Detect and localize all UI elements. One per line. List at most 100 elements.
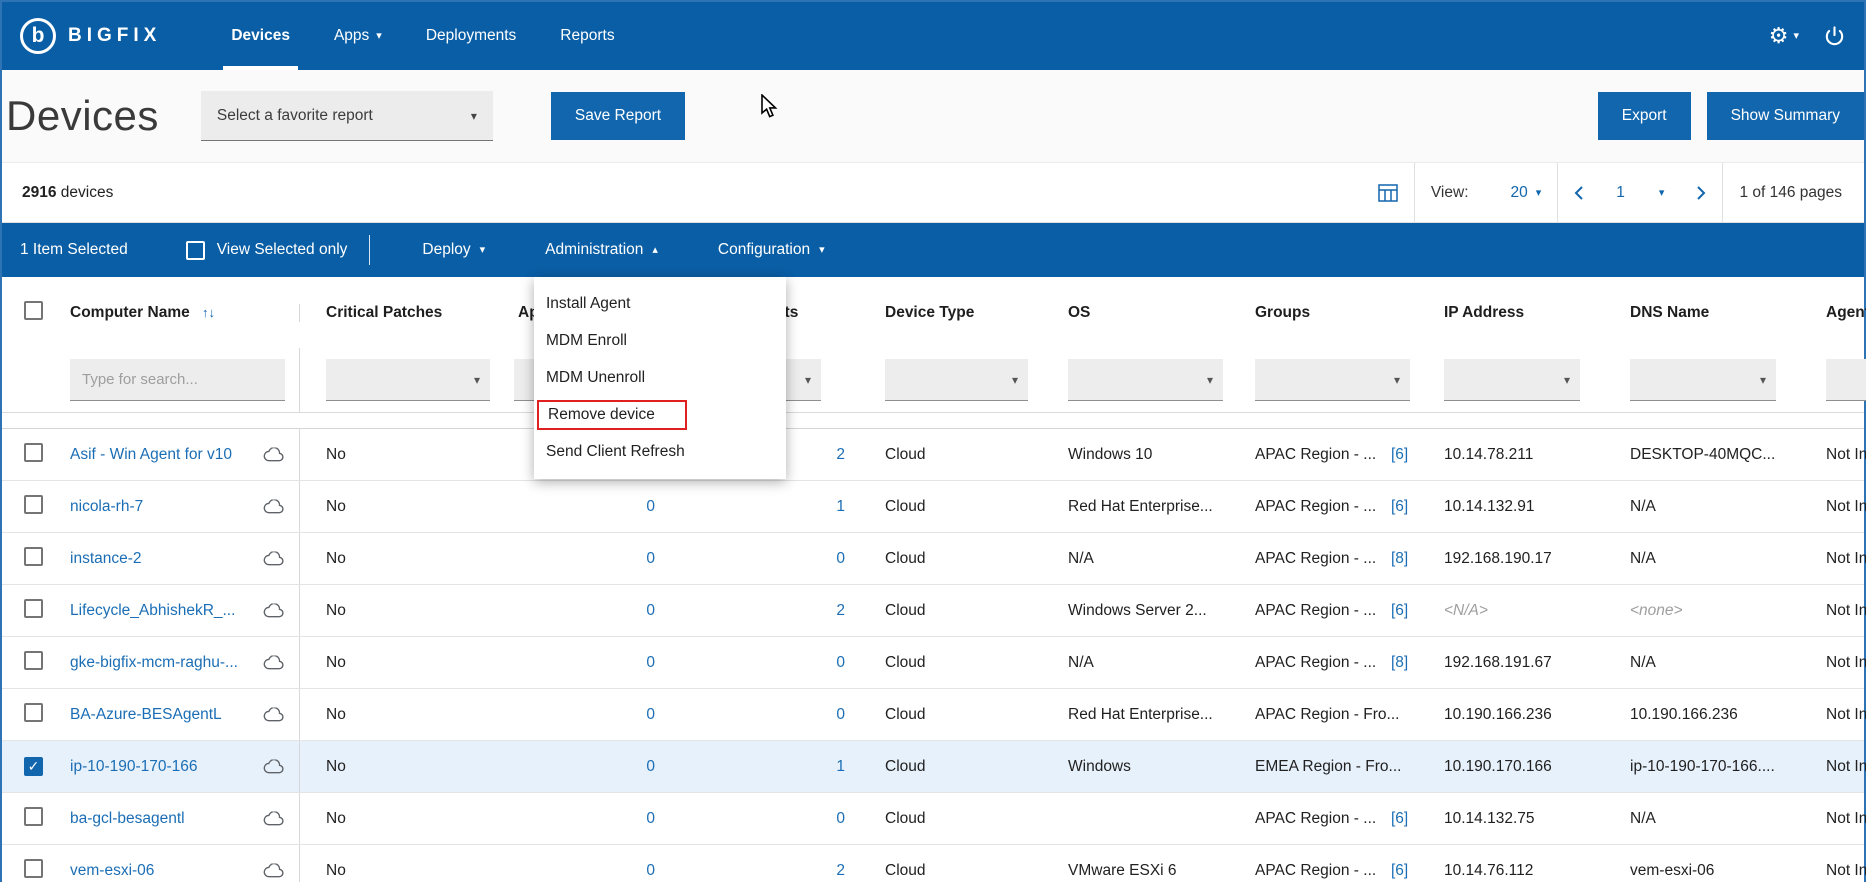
groups-count-link[interactable]: [6] [1391, 810, 1408, 827]
os-cell: N/A [1052, 550, 1247, 568]
table-filter-row: ▾ ▾ ▾ ▾ ▾ ▾ ▾ ▾ ▾ [2, 348, 1864, 413]
row-checkbox[interactable] [24, 495, 43, 514]
deployments-link[interactable]: 2 [836, 446, 845, 463]
selection-action-bar: 1 Item Selected View Selected only Deplo… [2, 223, 1864, 277]
filter-ip-address[interactable]: ▾ [1444, 359, 1580, 401]
deployments-link[interactable]: 1 [836, 758, 845, 775]
settings-menu-button[interactable]: ⚙ ▾ [1769, 25, 1799, 47]
device-type-cell: Cloud [859, 758, 1052, 776]
administration-menu-button[interactable]: Administration ▴ [515, 223, 688, 277]
prev-page-button[interactable] [1558, 163, 1600, 222]
device-name-link[interactable]: ip-10-190-170-166 [70, 758, 198, 776]
deployments-link[interactable]: 0 [836, 706, 845, 723]
deployments-link[interactable]: 0 [836, 654, 845, 671]
table-body: Asif - Win Agent for v10 No 0 2 Cloud Wi… [2, 428, 1864, 882]
page-size-value[interactable]: 20 [1511, 184, 1528, 202]
applicable-patches-link[interactable]: 0 [646, 758, 655, 775]
table-row: ba-gcl-besagentl No 0 0 Cloud APAC Regio… [2, 793, 1864, 845]
page-title: Devices [6, 92, 159, 140]
nav-tab-devices[interactable]: Devices [209, 2, 312, 70]
deploy-menu-button[interactable]: Deploy ▾ [392, 223, 515, 277]
page-number-select[interactable]: 1 ▾ [1600, 163, 1680, 222]
chevron-up-icon: ▴ [652, 245, 658, 256]
device-name-link[interactable]: instance-2 [70, 550, 142, 568]
groups-count-link[interactable]: [8] [1391, 654, 1408, 671]
configuration-menu-button[interactable]: Configuration ▾ [688, 223, 855, 277]
row-checkbox[interactable] [24, 443, 43, 462]
menu-item-remove-device[interactable]: Remove device [534, 396, 786, 433]
device-name-link[interactable]: nicola-rh-7 [70, 498, 143, 516]
row-checkbox[interactable] [24, 859, 43, 878]
sort-icon[interactable]: ↑↓ [202, 305, 215, 320]
chevron-left-icon [1574, 185, 1584, 201]
favorite-report-select[interactable]: Select a favorite report ▾ [201, 91, 493, 141]
chevron-down-icon[interactable]: ▾ [1536, 186, 1542, 199]
filter-critical-patches[interactable]: ▾ [326, 359, 490, 401]
next-page-button[interactable] [1680, 163, 1722, 222]
grid-view-icon [1378, 184, 1398, 202]
save-report-button[interactable]: Save Report [551, 92, 685, 140]
applicable-patches-link[interactable]: 0 [646, 550, 655, 567]
computer-name-search-input[interactable] [70, 359, 285, 401]
deployments-link[interactable]: 2 [836, 602, 845, 619]
mouse-cursor [760, 94, 779, 120]
row-checkbox[interactable] [24, 807, 43, 826]
chevron-down-icon: ▾ [474, 373, 480, 387]
brand-name: BIGFIX [68, 25, 161, 47]
menu-item-install-agent[interactable]: Install Agent [534, 285, 786, 322]
groups-count-link[interactable]: [6] [1391, 446, 1408, 463]
device-name-link[interactable]: ba-gcl-besagentl [70, 810, 185, 828]
dns-name-cell: vem-esxi-06 [1604, 862, 1800, 880]
menu-item-mdm-unenroll[interactable]: MDM Unenroll [534, 359, 786, 396]
row-checkbox[interactable] [24, 757, 43, 776]
dns-name-cell: N/A [1604, 498, 1800, 516]
applicable-patches-link[interactable]: 0 [646, 810, 655, 827]
groups-count-link[interactable]: [6] [1391, 862, 1408, 879]
row-checkbox[interactable] [24, 703, 43, 722]
nav-tab-deployments[interactable]: Deployments [404, 2, 538, 70]
applicable-patches-link[interactable]: 0 [646, 654, 655, 671]
groups-count-link[interactable]: [6] [1391, 602, 1408, 619]
device-name-link[interactable]: BA-Azure-BESAgentL [70, 706, 222, 724]
nav-tab-apps[interactable]: Apps▾ [312, 2, 404, 70]
export-button[interactable]: Export [1598, 92, 1691, 140]
select-all-checkbox[interactable] [24, 301, 43, 320]
applicable-patches-link[interactable]: 0 [646, 498, 655, 515]
table-row: vem-esxi-06 No 0 2 Cloud VMware ESXi 6 A… [2, 845, 1864, 882]
deployments-link[interactable]: 0 [836, 810, 845, 827]
deployments-link[interactable]: 0 [836, 550, 845, 567]
table-row: gke-bigfix-mcm-raghu-... No 0 0 Cloud N/… [2, 637, 1864, 689]
view-selected-toggle[interactable]: View Selected only [186, 241, 348, 260]
device-name-link[interactable]: Lifecycle_AbhishekR_... [70, 602, 235, 620]
applicable-patches-link[interactable]: 0 [646, 602, 655, 619]
nav-tab-reports[interactable]: Reports [538, 2, 636, 70]
critical-patches-cell: No [300, 862, 514, 880]
device-name-link[interactable]: gke-bigfix-mcm-raghu-... [70, 654, 238, 672]
device-name-link[interactable]: Asif - Win Agent for v10 [70, 446, 232, 464]
filter-agent-status[interactable]: ▾ [1826, 359, 1866, 401]
menu-item-send-client-refresh[interactable]: Send Client Refresh [534, 433, 786, 470]
critical-patches-cell: No [300, 654, 514, 672]
agent-status-cell: Not Installed [1800, 810, 1866, 828]
row-checkbox[interactable] [24, 599, 43, 618]
deployments-link[interactable]: 1 [836, 498, 845, 515]
row-checkbox[interactable] [24, 547, 43, 566]
menu-item-mdm-enroll[interactable]: MDM Enroll [534, 322, 786, 359]
groups-count-link[interactable]: [6] [1391, 498, 1408, 515]
filter-os[interactable]: ▾ [1068, 359, 1223, 401]
show-summary-button[interactable]: Show Summary [1707, 92, 1864, 140]
groups-count-link[interactable]: [8] [1391, 550, 1408, 567]
spacer [2, 413, 1864, 428]
row-checkbox[interactable] [24, 651, 43, 670]
device-name-link[interactable]: vem-esxi-06 [70, 862, 154, 880]
filter-device-type[interactable]: ▾ [885, 359, 1028, 401]
filter-groups[interactable]: ▾ [1255, 359, 1410, 401]
power-icon[interactable] [1823, 25, 1846, 48]
applicable-patches-link[interactable]: 0 [646, 706, 655, 723]
filter-dns-name[interactable]: ▾ [1630, 359, 1776, 401]
groups-cell: APAC Region - ...[6] [1247, 810, 1434, 828]
applicable-patches-link[interactable]: 0 [646, 862, 655, 879]
grid-view-toggle[interactable] [1362, 163, 1414, 222]
view-selected-checkbox[interactable] [186, 241, 205, 260]
deployments-link[interactable]: 2 [836, 862, 845, 879]
